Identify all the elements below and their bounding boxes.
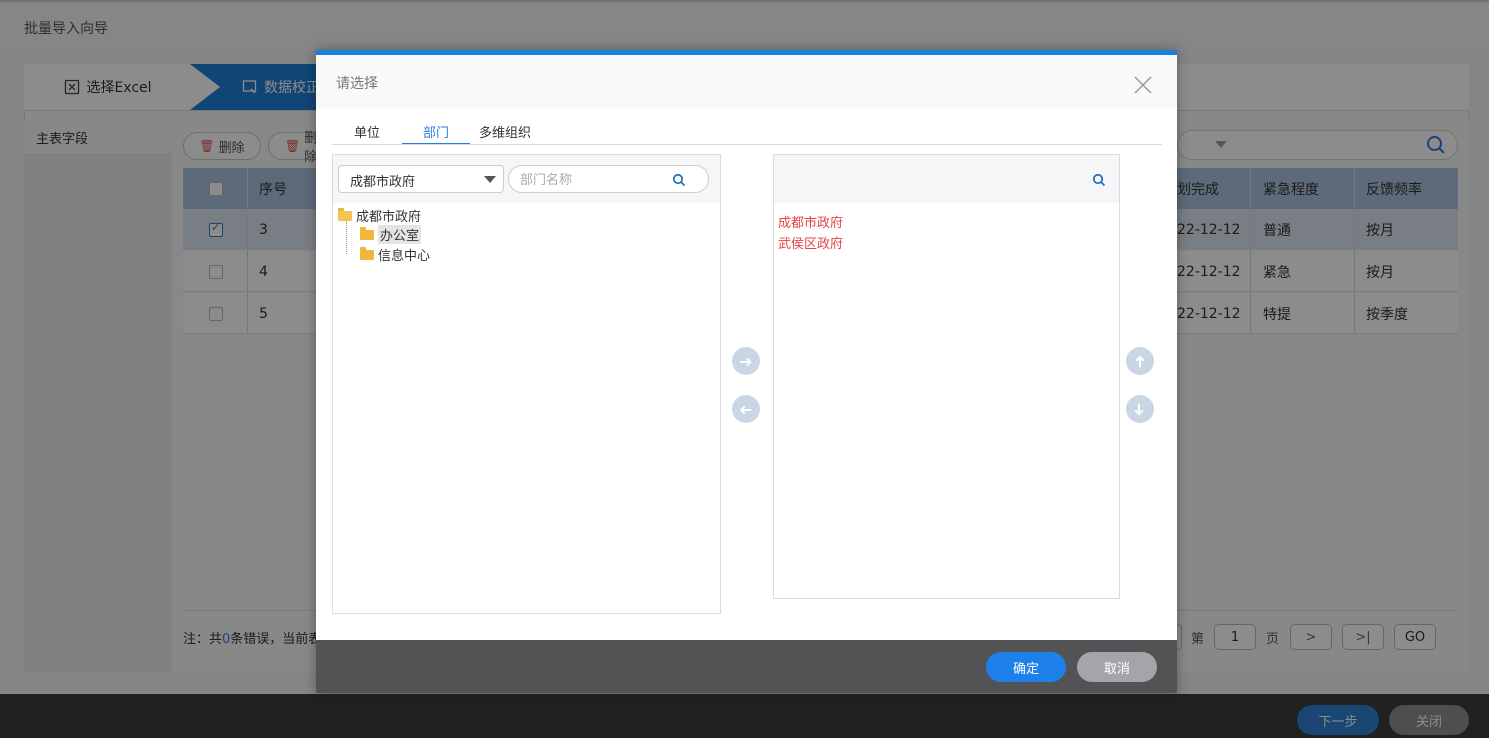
- arrow-left-icon: ➜: [739, 399, 753, 419]
- cancel-button[interactable]: 取消: [1077, 652, 1157, 682]
- move-left-button[interactable]: ➜: [732, 395, 760, 423]
- folder-icon: [360, 246, 374, 260]
- tree-node-label: 成都市政府: [356, 210, 422, 225]
- org-select-value: 成都市政府: [350, 175, 416, 190]
- confirm-button[interactable]: 确定: [986, 652, 1066, 682]
- folder-icon: [360, 226, 374, 240]
- search-icon[interactable]: [1092, 173, 1106, 187]
- arrow-up-icon: ➜: [1130, 354, 1150, 368]
- move-up-button[interactable]: ➜: [1126, 347, 1154, 375]
- tab-multi-org[interactable]: 多维组织: [472, 119, 538, 143]
- tab-divider: [332, 144, 1162, 145]
- folder-open-icon: [338, 207, 352, 221]
- tree-node-root[interactable]: 成都市政府: [338, 206, 421, 225]
- dialog-header: [316, 55, 1177, 108]
- dialog-title: 请选择: [336, 76, 378, 92]
- close-icon[interactable]: [1132, 74, 1154, 96]
- selected-item[interactable]: 成都市政府: [778, 212, 843, 231]
- select-dialog: 请选择 单位 部门 多维组织 成都市政府 成都市政府 办公室 信息中心 ➜ ➜ …: [316, 50, 1177, 693]
- tree-node[interactable]: 办公室: [360, 225, 422, 244]
- move-down-button[interactable]: ➜: [1126, 395, 1154, 423]
- tab-department[interactable]: 部门: [402, 119, 470, 145]
- dept-search-input[interactable]: [518, 168, 672, 192]
- selected-item[interactable]: 武侯区政府: [778, 233, 843, 252]
- chevron-down-icon[interactable]: [484, 176, 496, 183]
- selected-pane-header: [774, 155, 1119, 203]
- tree-node-label: 信息中心: [378, 249, 431, 264]
- search-icon[interactable]: [672, 173, 686, 187]
- tree-connector: [346, 220, 348, 254]
- tree-node[interactable]: 信息中心: [360, 245, 430, 264]
- tree-node-label: 办公室: [378, 225, 422, 244]
- tab-unit[interactable]: 单位: [338, 119, 396, 143]
- move-right-button[interactable]: ➜: [732, 347, 760, 375]
- arrow-down-icon: ➜: [1130, 402, 1150, 416]
- arrow-right-icon: ➜: [739, 351, 753, 371]
